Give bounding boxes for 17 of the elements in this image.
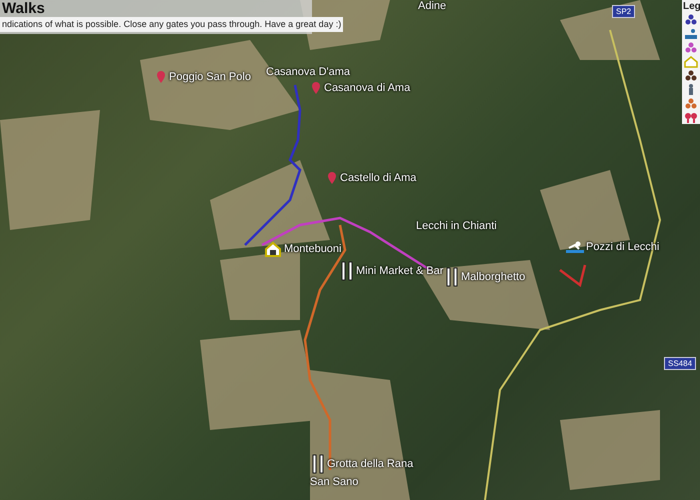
place-label: Adine	[418, 0, 446, 12]
swimmer-icon[interactable]	[566, 241, 584, 253]
panel-description: ndications of what is possible. Close any gates you pass through. Have a great day :)	[0, 17, 344, 32]
place-label: Poggio San Polo	[169, 71, 251, 83]
panel-title: Walks	[1, 0, 46, 17]
place-label: San Sano	[310, 476, 358, 488]
place-label: Malborghetto	[461, 271, 526, 283]
place-label: Lecchi in Chianti	[416, 220, 497, 232]
place-label: Mini Market & Bar	[356, 265, 444, 277]
legend-title: Leg	[682, 1, 700, 12]
place-label: Casanova D'ama	[266, 66, 350, 78]
place-label: Casanova di Ama	[324, 82, 410, 94]
place-label: Castello di Ama	[340, 172, 416, 184]
place-label: Montebuoni	[284, 243, 342, 255]
walking-route	[559, 264, 586, 288]
road-sign: SP2	[612, 5, 636, 18]
road-sign: SS484	[664, 357, 696, 370]
